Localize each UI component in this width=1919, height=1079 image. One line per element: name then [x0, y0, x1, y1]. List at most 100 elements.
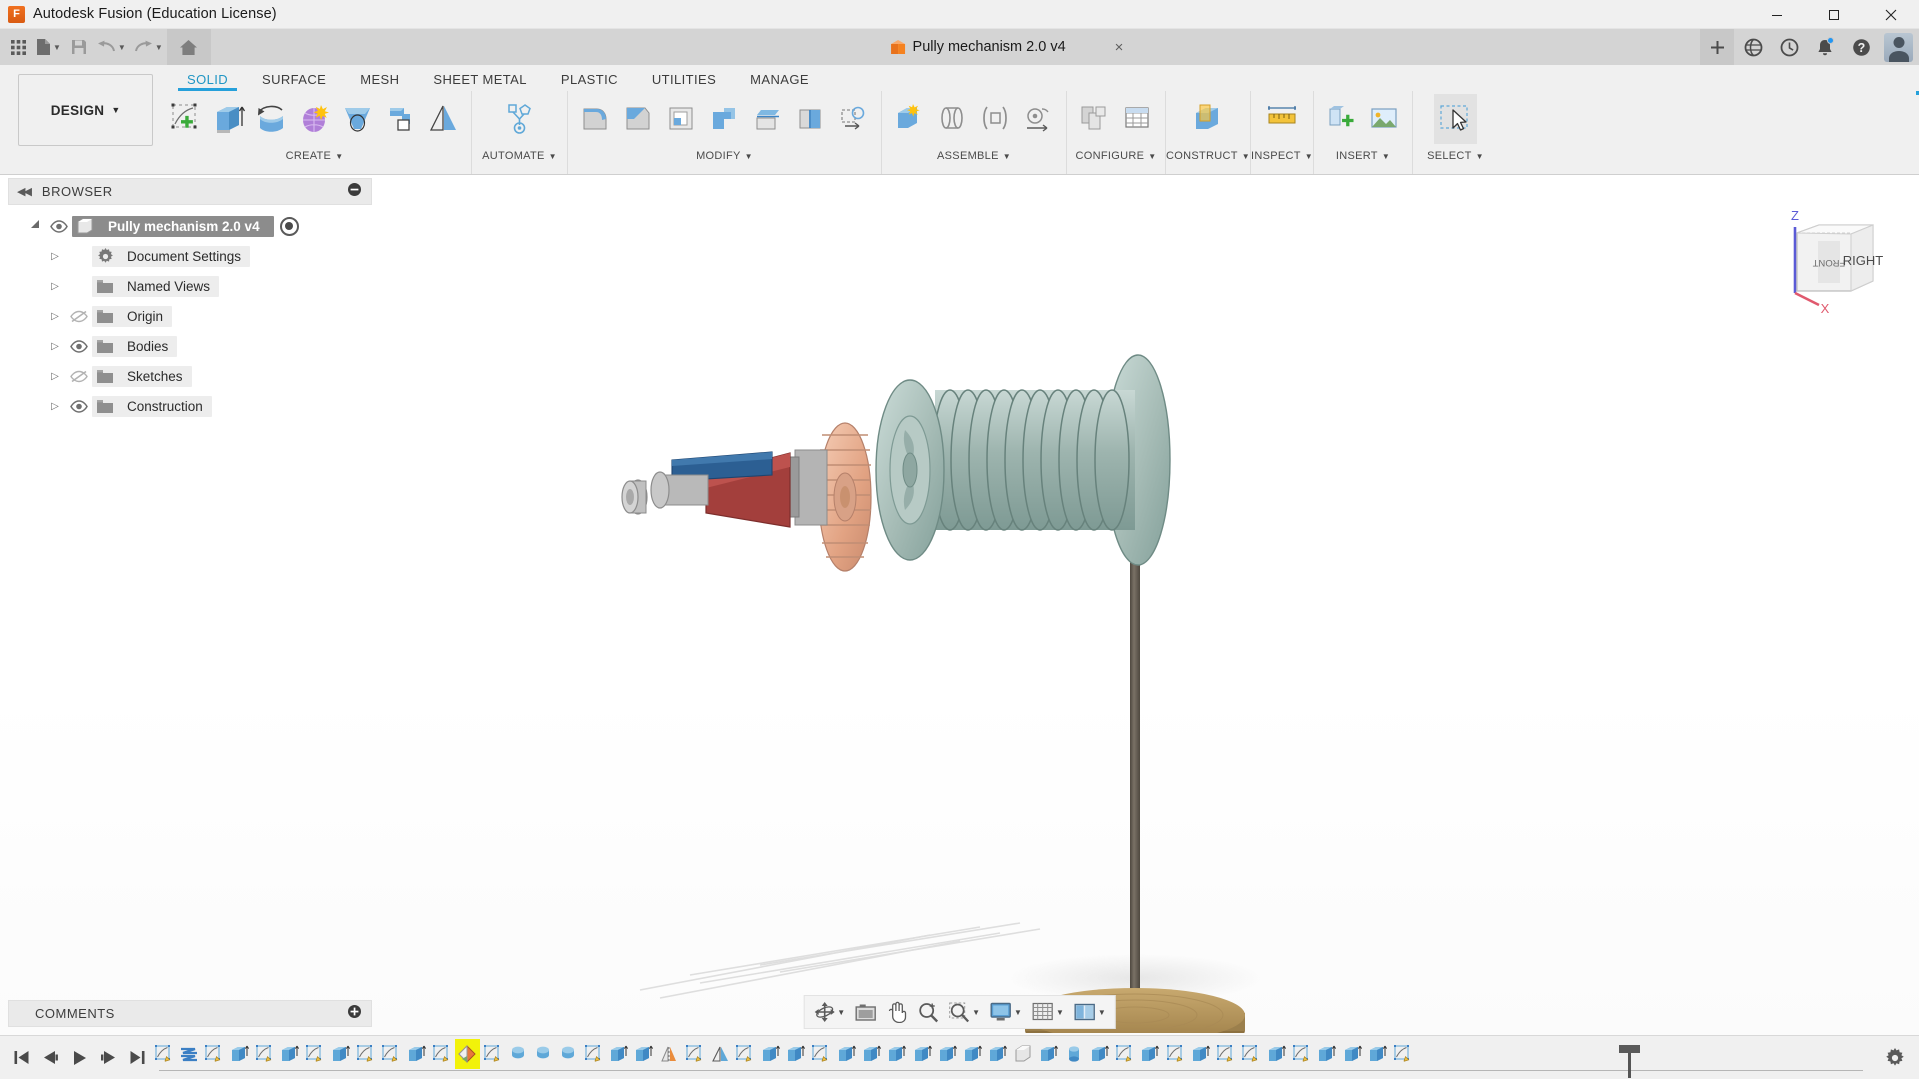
timeline-feature-2[interactable]: [202, 1039, 227, 1069]
chevron-right-icon[interactable]: ▷: [44, 401, 66, 412]
timeline-feature-15[interactable]: [530, 1039, 555, 1069]
create-configuration-tool[interactable]: [1073, 94, 1116, 144]
rib-tool[interactable]: [422, 94, 465, 144]
timeline-feature-9[interactable]: [379, 1039, 404, 1069]
minus-circle-icon[interactable]: [348, 183, 361, 201]
timeline-feature-24[interactable]: [758, 1039, 783, 1069]
chevron-right-icon[interactable]: ▷: [44, 341, 66, 352]
panel-label-modify[interactable]: MODIFY ▼: [568, 147, 881, 165]
timeline-feature-33[interactable]: [986, 1039, 1011, 1069]
move-copy-tool[interactable]: [832, 94, 875, 144]
timeline-feature-0[interactable]: [151, 1039, 176, 1069]
eye-hidden-icon[interactable]: [66, 310, 92, 323]
extrude-tool[interactable]: [207, 94, 250, 144]
timeline-feature-10[interactable]: [404, 1039, 429, 1069]
automated-modeling-tool[interactable]: [498, 94, 541, 144]
tree-item-bodies[interactable]: ▷ Bodies: [0, 331, 380, 361]
create-sketch-tool[interactable]: [164, 94, 207, 144]
tree-root-component[interactable]: Pully mechanism 2.0 v4: [0, 211, 380, 241]
timeline-feature-7[interactable]: [328, 1039, 353, 1069]
timeline-feature-31[interactable]: [935, 1039, 960, 1069]
tab-mesh[interactable]: MESH: [343, 72, 416, 91]
timeline-feature-18[interactable]: [606, 1039, 631, 1069]
grid-snaps-button[interactable]: ▼: [1027, 997, 1069, 1027]
hole-tool[interactable]: [379, 94, 422, 144]
shell-tool[interactable]: [660, 94, 703, 144]
offset-face-tool[interactable]: [746, 94, 789, 144]
timeline-feature-48[interactable]: [1365, 1039, 1390, 1069]
combine-tool[interactable]: [703, 94, 746, 144]
save-button[interactable]: [65, 31, 93, 63]
as-built-joint-tool[interactable]: [974, 94, 1017, 144]
timeline-feature-30[interactable]: [910, 1039, 935, 1069]
configuration-table-tool[interactable]: [1116, 94, 1159, 144]
timeline-step-back-button[interactable]: [37, 1043, 64, 1073]
new-tab-button[interactable]: [1700, 29, 1734, 65]
timeline-feature-13[interactable]: [480, 1039, 505, 1069]
timeline-feature-4[interactable]: [252, 1039, 277, 1069]
eye-visible-icon[interactable]: [66, 340, 92, 353]
timeline-feature-track[interactable]: [151, 1036, 1871, 1079]
timeline-step-forward-button[interactable]: [95, 1043, 122, 1073]
panel-label-inspect[interactable]: INSPECT ▼: [1251, 147, 1313, 165]
timeline-feature-29[interactable]: [885, 1039, 910, 1069]
panel-label-select[interactable]: SELECT ▼: [1413, 147, 1498, 165]
recent-activity-button[interactable]: [1772, 29, 1806, 65]
revolve-tool[interactable]: [250, 94, 293, 144]
panel-label-automate[interactable]: AUTOMATE ▼: [472, 147, 567, 165]
timeline-feature-28[interactable]: [859, 1039, 884, 1069]
help-button[interactable]: ?: [1844, 29, 1878, 65]
undo-button[interactable]: ▼: [93, 31, 130, 63]
timeline-end-marker[interactable]: [1628, 1052, 1631, 1078]
insert-derive-tool[interactable]: [1320, 94, 1363, 144]
close-icon[interactable]: ×: [1115, 39, 1124, 56]
timeline-play-button[interactable]: [66, 1043, 93, 1073]
timeline-feature-8[interactable]: [353, 1039, 378, 1069]
timeline-feature-37[interactable]: [1087, 1039, 1112, 1069]
notifications-button[interactable]: [1808, 29, 1842, 65]
tab-manage[interactable]: MANAGE: [733, 72, 826, 91]
timeline-feature-46[interactable]: [1315, 1039, 1340, 1069]
chevron-right-icon[interactable]: ▷: [44, 281, 66, 292]
maximize-button[interactable]: [1805, 0, 1862, 29]
eye-hidden-icon[interactable]: [66, 370, 92, 383]
account-avatar[interactable]: [1884, 33, 1913, 62]
timeline-feature-14[interactable]: [505, 1039, 530, 1069]
document-tab[interactable]: Pully mechanism 2.0 v4 ×: [892, 29, 1124, 65]
timeline-feature-32[interactable]: [961, 1039, 986, 1069]
timeline-feature-27[interactable]: [834, 1039, 859, 1069]
tab-surface[interactable]: SURFACE: [245, 72, 343, 91]
timeline-feature-19[interactable]: [632, 1039, 657, 1069]
timeline-feature-11[interactable]: [429, 1039, 454, 1069]
eye-visible-icon[interactable]: [66, 400, 92, 413]
tree-item-document-settings[interactable]: ▷ Document Settings: [0, 241, 380, 271]
viewports-button[interactable]: ▼: [1069, 997, 1111, 1027]
timeline-feature-3[interactable]: [227, 1039, 252, 1069]
loft-tool[interactable]: [336, 94, 379, 144]
tree-item-origin[interactable]: ▷ Origin: [0, 301, 380, 331]
offset-plane-tool[interactable]: [1186, 94, 1229, 144]
timeline-feature-12[interactable]: [455, 1039, 480, 1069]
chevron-right-icon[interactable]: ▷: [44, 311, 66, 322]
minimize-button[interactable]: [1748, 0, 1805, 29]
timeline-feature-25[interactable]: [783, 1039, 808, 1069]
timeline-feature-21[interactable]: [682, 1039, 707, 1069]
extensions-button[interactable]: [1736, 29, 1770, 65]
tree-item-construction[interactable]: ▷ Construction: [0, 391, 380, 421]
zoom-window-button[interactable]: ▼: [944, 997, 985, 1027]
timeline-feature-22[interactable]: [708, 1039, 733, 1069]
home-button[interactable]: [167, 29, 211, 65]
timeline-feature-20[interactable]: [657, 1039, 682, 1069]
joint-tool[interactable]: [931, 94, 974, 144]
panel-label-insert[interactable]: INSERT ▼: [1314, 147, 1412, 165]
pan-button[interactable]: [882, 997, 913, 1027]
select-tool[interactable]: [1434, 94, 1477, 144]
tab-utilities[interactable]: UTILITIES: [635, 72, 733, 91]
app-grid-button[interactable]: [4, 31, 32, 63]
timeline-feature-5[interactable]: [277, 1039, 302, 1069]
split-face-tool[interactable]: [789, 94, 832, 144]
new-component-tool[interactable]: [888, 94, 931, 144]
timeline-feature-43[interactable]: [1239, 1039, 1264, 1069]
expanded-triangle-icon[interactable]: [24, 219, 46, 233]
tab-plastic[interactable]: PLASTIC: [544, 72, 635, 91]
